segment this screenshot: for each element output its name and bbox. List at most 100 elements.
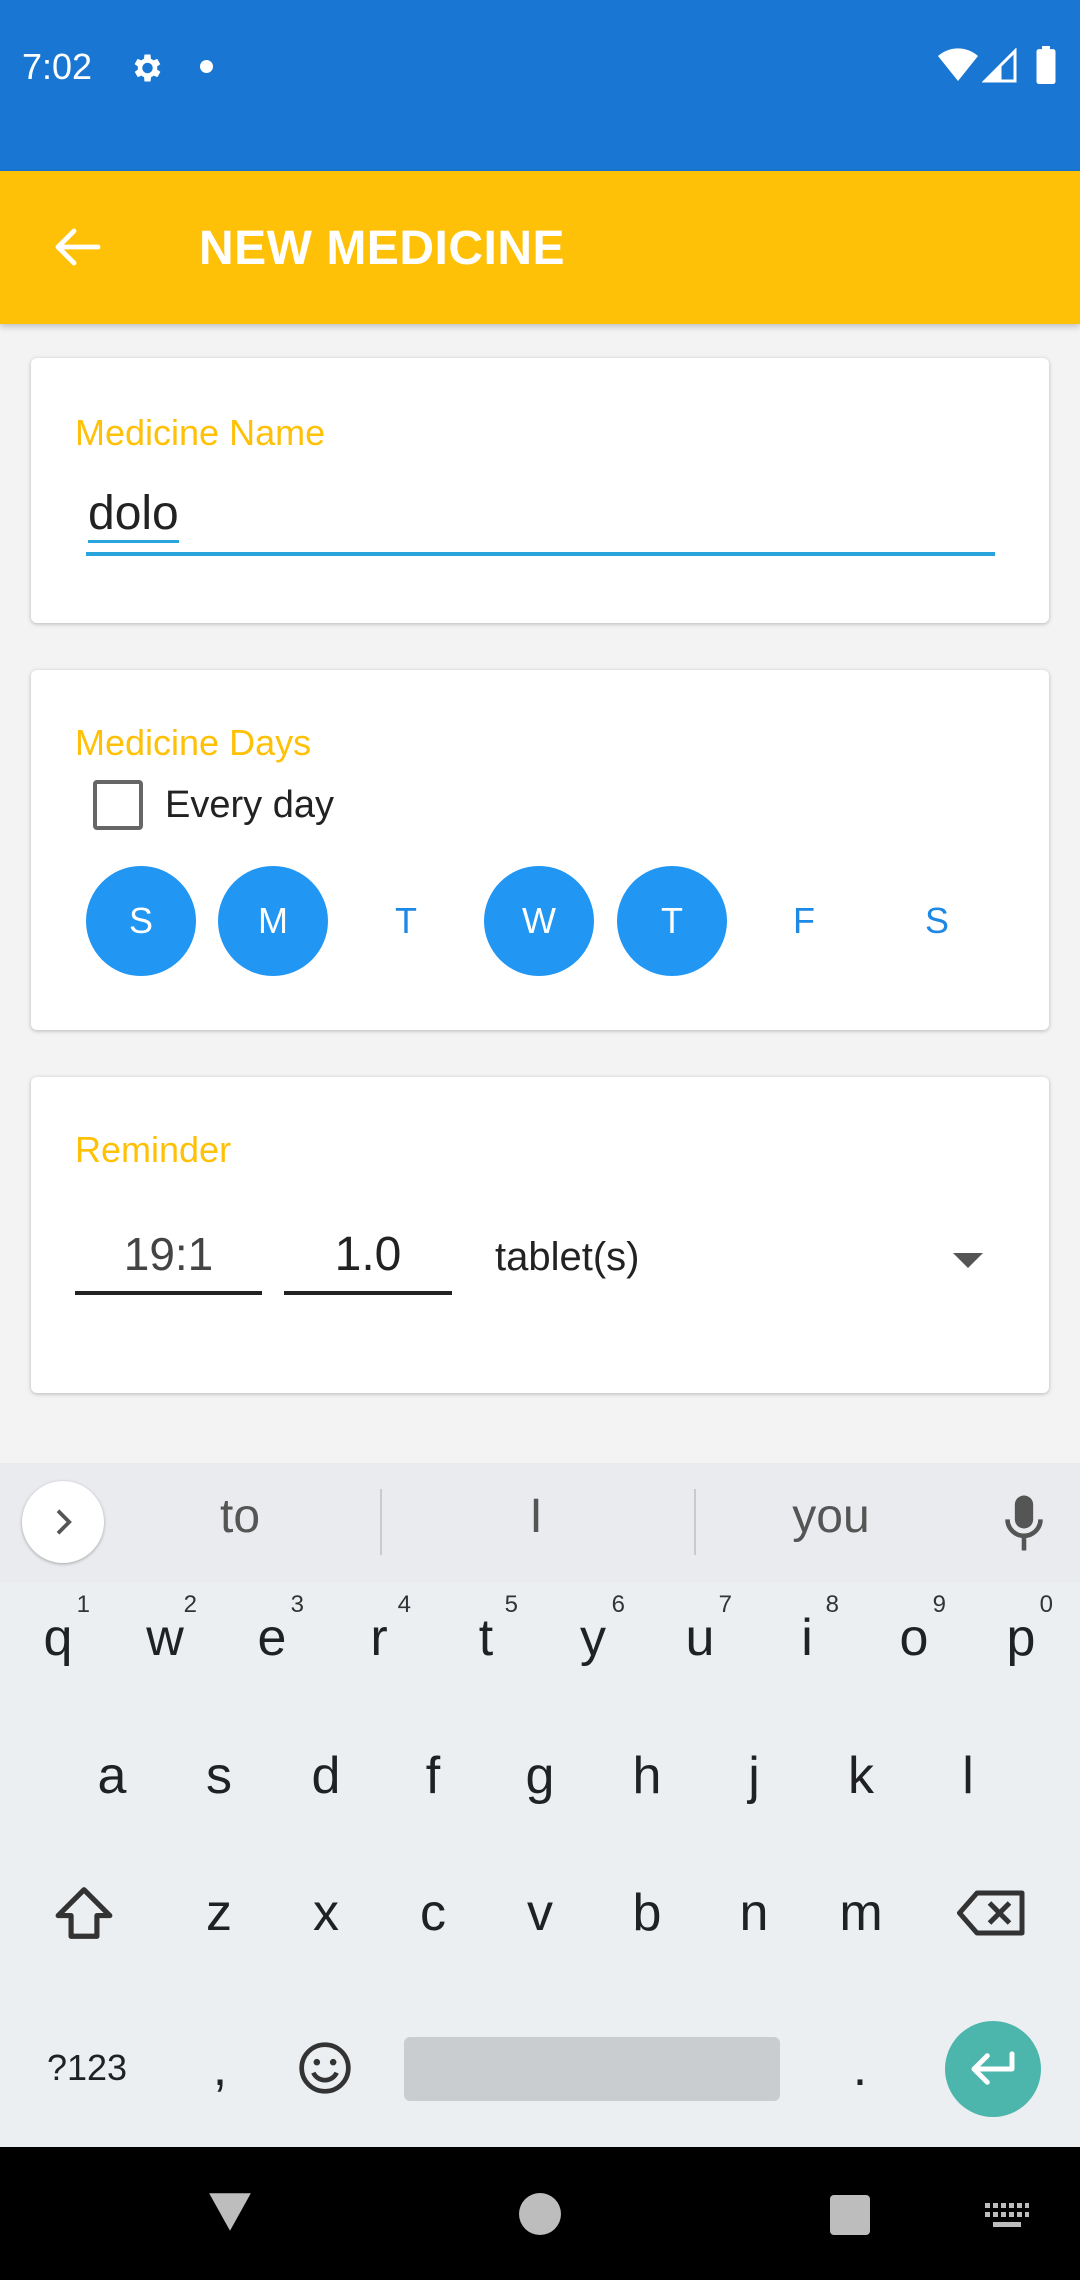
key-b[interactable]: b — [597, 1858, 697, 1968]
backspace-key[interactable] — [942, 1858, 1042, 1968]
suggestion-divider — [380, 1489, 382, 1555]
app-bar: NEW MEDICINE — [0, 171, 1080, 324]
key-y[interactable]: y6 — [543, 1583, 643, 1693]
keyboard: q1 w2 e3 r4 t5 y6 u7 i8 o9 p0 a s d f g … — [0, 1583, 1080, 2147]
emoji-icon — [299, 2042, 351, 2094]
key-c[interactable]: c — [383, 1858, 483, 1968]
nav-recents-icon[interactable] — [830, 2195, 870, 2235]
key-hint: 7 — [718, 1591, 732, 1618]
suggestion-1[interactable]: to — [140, 1489, 340, 1544]
period-key[interactable]: . — [810, 2013, 910, 2123]
medicine-days-label: Medicine Days — [75, 722, 312, 763]
key-p[interactable]: p0 — [971, 1583, 1071, 1693]
day-toggle-friday[interactable]: F — [749, 866, 859, 976]
key-n[interactable]: n — [704, 1858, 804, 1968]
dose-unit-value: tablet(s) — [495, 1235, 640, 1279]
key-q[interactable]: q1 — [8, 1583, 108, 1693]
settings-gear-icon — [134, 54, 161, 82]
key-i[interactable]: i8 — [757, 1583, 857, 1693]
cell-signal-icon — [982, 48, 1017, 83]
enter-key[interactable] — [945, 2021, 1041, 2117]
nav-back-icon[interactable] — [205, 2189, 255, 2235]
key-a[interactable]: a — [62, 1721, 162, 1831]
dose-unit-select[interactable]: tablet(s) — [495, 1227, 1005, 1295]
comma-key[interactable]: , — [170, 2013, 270, 2123]
notification-dot-icon — [200, 60, 213, 73]
key-label: u — [685, 1609, 715, 1667]
day-toggle-sunday[interactable]: S — [86, 866, 196, 976]
keyboard-switch-icon[interactable] — [985, 2203, 1029, 2229]
medicine-name-value: dolo — [88, 487, 179, 543]
key-hint: 9 — [932, 1591, 946, 1618]
key-g[interactable]: g — [490, 1721, 590, 1831]
key-t[interactable]: t5 — [436, 1583, 536, 1693]
key-hint: 0 — [1039, 1591, 1053, 1618]
chevron-right-icon — [56, 1509, 72, 1535]
microphone-icon[interactable] — [1002, 1493, 1046, 1553]
key-x[interactable]: x — [276, 1858, 376, 1968]
suggestion-divider — [694, 1489, 696, 1555]
key-label: e — [257, 1609, 287, 1667]
key-z[interactable]: z — [169, 1858, 269, 1968]
key-label: q — [43, 1609, 73, 1667]
arrow-back-icon — [55, 228, 101, 266]
key-label: p — [1006, 1609, 1036, 1667]
every-day-checkbox-box[interactable] — [93, 780, 143, 830]
shift-key[interactable] — [34, 1858, 134, 1968]
key-v[interactable]: v — [490, 1858, 590, 1968]
emoji-key[interactable] — [275, 2013, 375, 2123]
key-label: r — [370, 1609, 388, 1667]
key-label: w — [146, 1609, 184, 1667]
space-key[interactable] — [404, 2037, 780, 2101]
key-hint: 3 — [290, 1591, 304, 1618]
wifi-icon — [938, 48, 978, 81]
key-hint: 8 — [825, 1591, 839, 1618]
key-w[interactable]: w2 — [115, 1583, 215, 1693]
back-button[interactable] — [40, 209, 116, 285]
medicine-name-card: Medicine Name dolo — [31, 358, 1049, 623]
suggestion-2[interactable]: I — [436, 1489, 636, 1544]
system-nav-bar — [0, 2147, 1080, 2280]
key-label: o — [899, 1609, 929, 1667]
key-r[interactable]: r4 — [329, 1583, 429, 1693]
day-toggle-monday[interactable]: M — [218, 866, 328, 976]
key-l[interactable]: l — [918, 1721, 1018, 1831]
day-toggle-saturday[interactable]: S — [882, 866, 992, 976]
key-o[interactable]: o9 — [864, 1583, 964, 1693]
nav-home-icon[interactable] — [519, 2193, 561, 2235]
key-u[interactable]: u7 — [650, 1583, 750, 1693]
dropdown-arrow-icon — [953, 1253, 983, 1268]
key-j[interactable]: j — [704, 1721, 804, 1831]
key-s[interactable]: s — [169, 1721, 269, 1831]
key-label: y — [580, 1609, 606, 1667]
key-f[interactable]: f — [383, 1721, 483, 1831]
key-label: t — [478, 1609, 494, 1667]
key-h[interactable]: h — [597, 1721, 697, 1831]
key-hint: 4 — [397, 1591, 411, 1618]
battery-icon — [1036, 46, 1056, 84]
suggestion-3[interactable]: you — [731, 1489, 931, 1544]
medicine-days-card: Medicine Days Every day S M T W T F S — [31, 670, 1049, 1030]
key-hint: 6 — [611, 1591, 625, 1618]
keyboard-expand-button[interactable] — [22, 1481, 104, 1563]
key-e[interactable]: e3 — [222, 1583, 322, 1693]
key-hint: 2 — [183, 1591, 197, 1618]
reminder-time-input[interactable]: 19:1 — [75, 1227, 262, 1295]
day-toggle-tuesday[interactable]: T — [351, 866, 461, 976]
key-m[interactable]: m — [811, 1858, 911, 1968]
key-k[interactable]: k — [811, 1721, 911, 1831]
symbols-key[interactable]: ?123 — [22, 2033, 152, 2103]
dose-amount-input[interactable]: 1.0 — [284, 1227, 452, 1295]
day-toggle-thursday[interactable]: T — [617, 866, 727, 976]
day-toggle-wednesday[interactable]: W — [484, 866, 594, 976]
key-hint: 1 — [76, 1591, 90, 1618]
keyboard-suggestion-bar: to I you — [0, 1463, 1080, 1583]
key-hint: 5 — [504, 1591, 518, 1618]
backspace-icon — [957, 1890, 1025, 1936]
every-day-checkbox[interactable]: Every day — [93, 780, 334, 830]
medicine-name-input[interactable]: dolo — [86, 486, 995, 556]
page-title: NEW MEDICINE — [199, 222, 565, 275]
key-d[interactable]: d — [276, 1721, 376, 1831]
status-bar: 7:02 — [0, 0, 1080, 171]
medicine-name-label: Medicine Name — [75, 412, 326, 453]
